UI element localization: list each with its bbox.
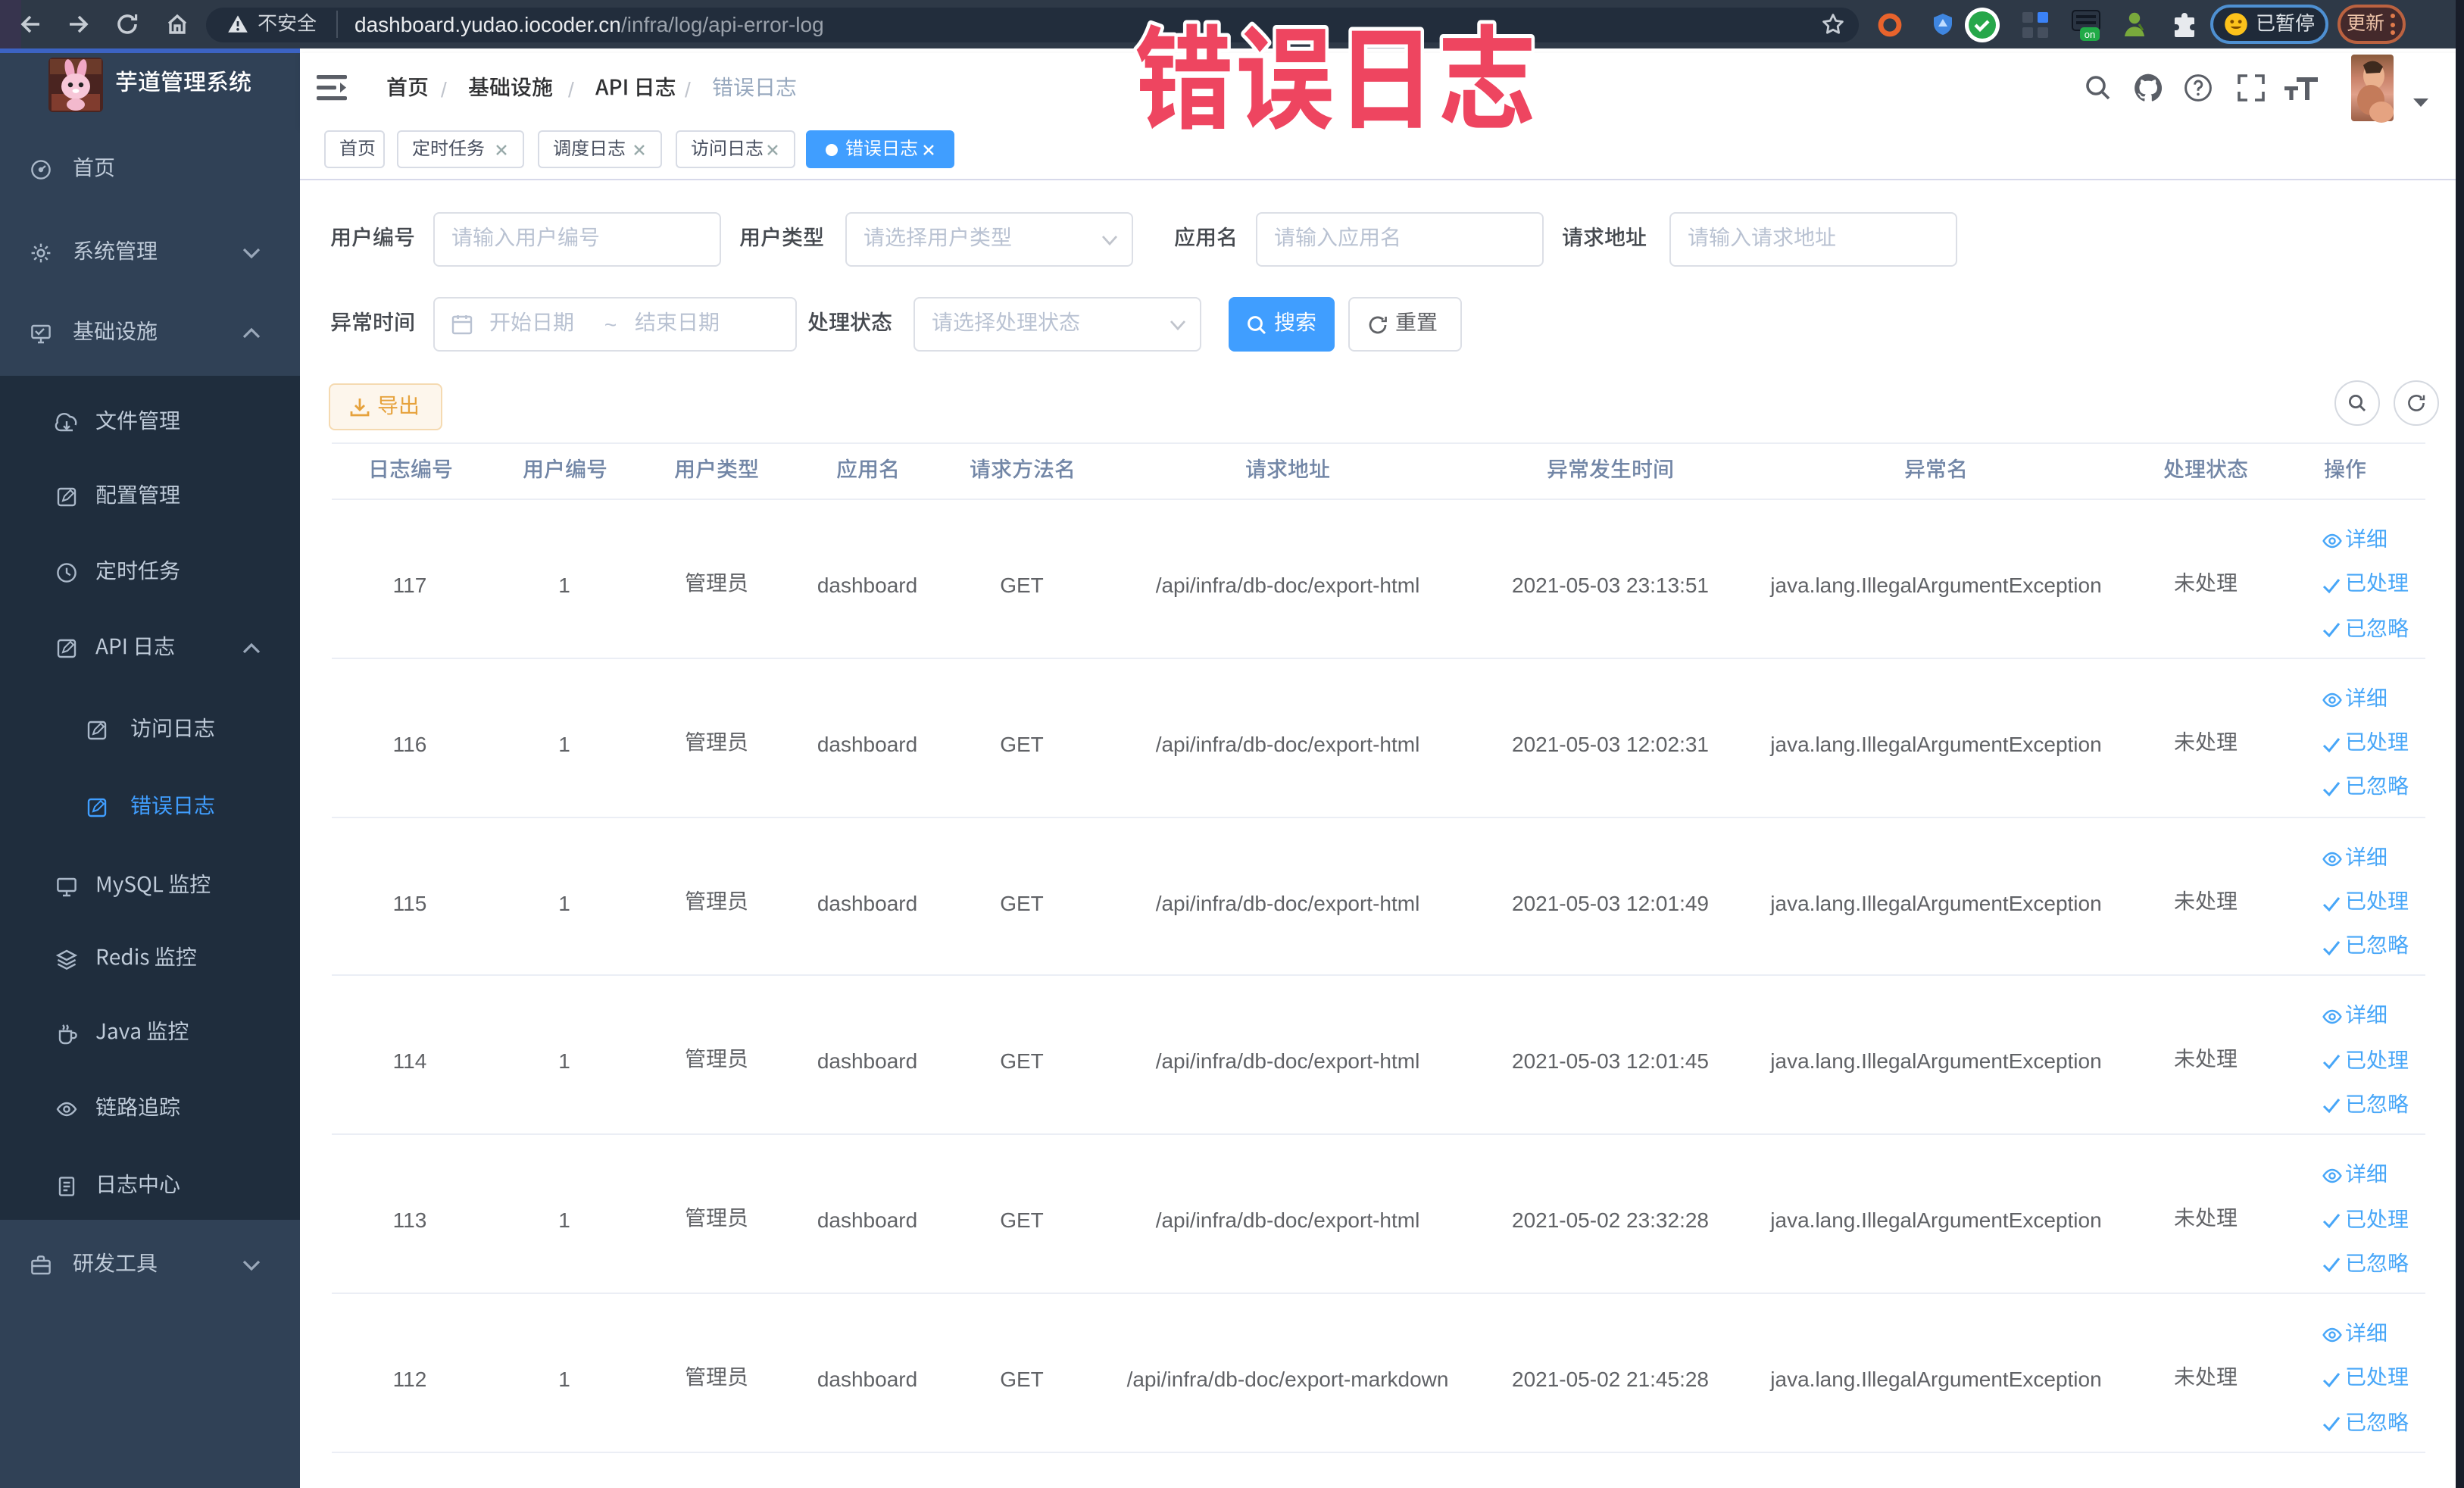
svg-text:on: on bbox=[2085, 29, 2095, 40]
